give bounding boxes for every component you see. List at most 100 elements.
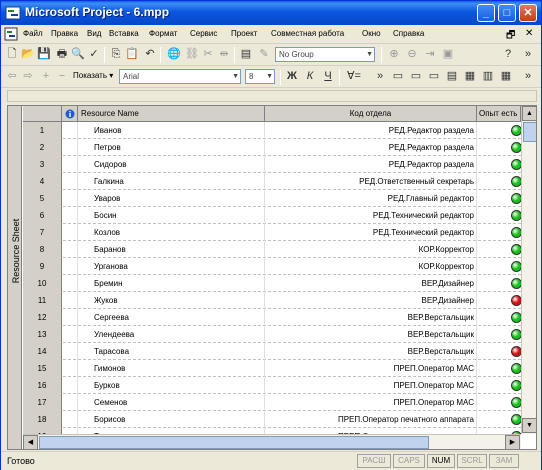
font-size-combo[interactable]: 8 ▼ <box>245 69 275 84</box>
experience-cell[interactable] <box>477 156 521 173</box>
filter-button[interactable]: ∀= <box>345 69 363 83</box>
department-code-cell[interactable]: ВЕР.Верстальщик <box>265 326 477 343</box>
department-code-cell[interactable]: РЕД.Редактор раздела <box>265 156 477 173</box>
resource-name-cell[interactable]: Сидоров <box>78 156 265 173</box>
department-code-cell[interactable]: РЕД.Главный редактор <box>265 190 477 207</box>
resource-name-cell[interactable]: Иванов <box>78 122 265 139</box>
gantt-chart-view-icon[interactable]: ▭ <box>391 69 405 83</box>
table-row[interactable]: 18 Борисов ПРЕП.Оператор печатного аппарат… <box>23 411 521 428</box>
menu-collaborate[interactable]: Совместная работа <box>271 29 344 38</box>
italic-button[interactable]: К <box>303 69 317 83</box>
row-number[interactable]: 12 <box>23 309 62 326</box>
split-task-icon[interactable]: ⇹ <box>217 47 231 61</box>
resource-name-cell[interactable]: Босин <box>78 207 265 224</box>
toolbar-options-icon[interactable]: » <box>521 47 535 61</box>
table-row[interactable]: 4 Галкина РЕД.Ответственный секретарь <box>23 173 521 190</box>
unlink-tasks-icon[interactable]: ✂ <box>201 47 215 61</box>
show-subtasks-icon[interactable]: + <box>39 69 53 83</box>
select-all-corner[interactable] <box>23 106 62 122</box>
experience-cell[interactable] <box>477 394 521 411</box>
experience-cell[interactable] <box>477 139 521 156</box>
minimize-button[interactable]: _ <box>477 4 495 22</box>
experience-column-header[interactable]: Опыт есть <box>477 106 521 122</box>
resource-name-cell[interactable]: Уваров <box>78 190 265 207</box>
show-dropdown[interactable]: Показать ▾ <box>73 71 113 80</box>
help-icon[interactable]: ? <box>501 47 515 61</box>
experience-cell[interactable] <box>477 207 521 224</box>
indicator-cell[interactable] <box>62 309 78 326</box>
table-row[interactable]: 16 Бурков ПРЕП.Оператор МАС <box>23 377 521 394</box>
menu-insert[interactable]: Вставка <box>109 29 139 38</box>
resource-name-cell[interactable]: Петров <box>78 139 265 156</box>
document-icon[interactable] <box>4 27 18 41</box>
resource-name-cell[interactable]: Жуков <box>78 292 265 309</box>
indicator-cell[interactable] <box>62 258 78 275</box>
scroll-right-button[interactable]: ▶ <box>505 435 520 449</box>
table-row[interactable]: 9 Урганова КОР.Корректор <box>23 258 521 275</box>
experience-cell[interactable] <box>477 122 521 139</box>
indicator-cell[interactable] <box>62 139 78 156</box>
open-icon[interactable]: 📂 <box>21 47 35 61</box>
undo-icon[interactable]: ↶ <box>143 47 157 61</box>
department-code-cell[interactable]: ПРЕП.Оператор МАС <box>265 360 477 377</box>
row-number[interactable]: 4 <box>23 173 62 190</box>
experience-cell[interactable] <box>477 326 521 343</box>
indicator-cell[interactable] <box>62 224 78 241</box>
hide-subtasks-icon[interactable]: − <box>55 69 69 83</box>
print-preview-icon[interactable]: 🔍 <box>71 47 85 61</box>
chevron-down-icon[interactable]: ▼ <box>266 70 273 83</box>
experience-cell[interactable] <box>477 224 521 241</box>
task-notes-icon[interactable]: ✎ <box>257 47 271 61</box>
department-code-cell[interactable]: ПРЕП.Оператор печатного аппарата <box>265 411 477 428</box>
experience-cell[interactable] <box>477 258 521 275</box>
table-row[interactable]: 14 Тарасова ВЕР.Верстальщик <box>23 343 521 360</box>
resource-name-cell[interactable]: Козлов <box>78 224 265 241</box>
resource-name-cell[interactable]: Урганова <box>78 258 265 275</box>
resource-sheet-view-icon[interactable]: ▦ <box>499 69 513 83</box>
table-row[interactable]: 13 Улендеева ВЕР.Верстальщик <box>23 326 521 343</box>
indicator-cell[interactable] <box>62 292 78 309</box>
row-number[interactable]: 2 <box>23 139 62 156</box>
group-by-combo[interactable]: No Group ▼ <box>275 47 375 62</box>
row-number[interactable]: 6 <box>23 207 62 224</box>
indicator-cell[interactable] <box>62 394 78 411</box>
indicator-cell[interactable] <box>62 156 78 173</box>
zoom-out-icon[interactable]: ⊖ <box>405 47 419 61</box>
department-code-cell[interactable]: ВЕР.Верстальщик <box>265 309 477 326</box>
indicator-cell[interactable] <box>62 190 78 207</box>
bold-button[interactable]: Ж <box>285 69 299 83</box>
new-icon[interactable]: 🗋 <box>5 47 19 61</box>
menu-project[interactable]: Проект <box>231 29 257 38</box>
experience-cell[interactable] <box>477 241 521 258</box>
indicator-cell[interactable] <box>62 241 78 258</box>
indicator-cell[interactable] <box>62 326 78 343</box>
table-row[interactable]: 6 Босин РЕД.Технический редактор <box>23 207 521 224</box>
resource-name-cell[interactable]: Тарасова <box>78 343 265 360</box>
indicator-cell[interactable] <box>62 122 78 139</box>
spelling-icon[interactable]: ✓ <box>87 47 101 61</box>
underline-button[interactable]: Ч <box>321 69 335 83</box>
view-bar[interactable]: Resource Sheet <box>8 106 22 449</box>
horizontal-scroll-thumb[interactable] <box>39 436 429 449</box>
resource-name-column-header[interactable]: Resource Name <box>78 106 265 122</box>
resource-name-cell[interactable]: Баранов <box>78 241 265 258</box>
resource-name-cell[interactable]: Борисов <box>78 411 265 428</box>
row-number[interactable]: 9 <box>23 258 62 275</box>
go-to-task-icon[interactable]: ⇥ <box>423 47 437 61</box>
toolbar-options-icon[interactable]: » <box>521 69 535 83</box>
experience-cell[interactable] <box>477 275 521 292</box>
paste-icon[interactable]: 📋 <box>125 47 139 61</box>
resource-graph-view-icon[interactable]: ▥ <box>481 69 495 83</box>
indicator-cell[interactable] <box>62 275 78 292</box>
font-combo[interactable]: Arial ▼ <box>119 69 241 84</box>
department-code-cell[interactable]: ВЕР.Верстальщик <box>265 343 477 360</box>
entry-field[interactable] <box>7 90 537 102</box>
indicator-cell[interactable] <box>62 207 78 224</box>
table-row[interactable]: 15 Гимонов ПРЕП.Оператор МАС <box>23 360 521 377</box>
row-number[interactable]: 5 <box>23 190 62 207</box>
outdent-icon[interactable]: ⇦ <box>5 69 19 83</box>
resource-name-cell[interactable]: Гимонов <box>78 360 265 377</box>
horizontal-scrollbar[interactable]: ◀ ▶ <box>23 434 521 449</box>
task-usage-view-icon[interactable]: ▤ <box>445 69 459 83</box>
experience-cell[interactable] <box>477 292 521 309</box>
